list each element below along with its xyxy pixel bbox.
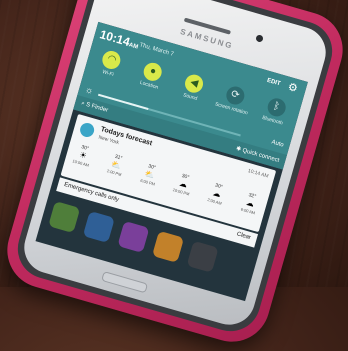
brightness-icon: ☼ — [83, 84, 95, 97]
forecast-hour: 30° ☁ 2:00 AM — [202, 180, 231, 207]
forecast-hour: 31° ⛅ 2:00 PM — [102, 152, 131, 179]
weather-time: 10:14 AM — [247, 168, 270, 180]
location-icon: ● — [141, 60, 164, 84]
status-date: Thu, March 7 — [138, 42, 175, 58]
app-icon[interactable] — [186, 240, 219, 273]
forecast-hour: 32° ☁ 6:00 AM — [236, 190, 265, 217]
wifi-icon: ◠ — [100, 48, 123, 72]
rotation-icon: ⟳ — [224, 84, 247, 107]
forecast-hour: 30° ☁ 10:00 PM — [169, 171, 198, 198]
gear-icon[interactable]: ⚙ — [286, 80, 299, 95]
app-icon[interactable] — [48, 200, 81, 234]
clear-button[interactable]: Clear — [236, 231, 251, 241]
app-icon[interactable] — [117, 220, 150, 253]
auto-brightness-toggle[interactable]: Auto — [271, 139, 285, 148]
app-icon[interactable] — [151, 230, 185, 263]
toggle-label: Sound — [182, 92, 198, 103]
sound-icon: ◀ — [182, 72, 206, 95]
toggle-label: Location — [139, 79, 159, 91]
bluetooth-icon: ᛒ — [265, 96, 288, 119]
forecast-hour: 30° ☀ 10:00 AM — [69, 142, 98, 169]
toggle-label: Bluetooth — [261, 114, 284, 127]
s-finder-button[interactable]: ⌕ S Finder — [80, 100, 108, 114]
weather-app-icon — [78, 121, 96, 139]
app-icon[interactable] — [82, 210, 115, 244]
edit-button[interactable]: EDIT — [266, 78, 281, 88]
toggle-label: Wi-Fi — [101, 69, 115, 79]
forecast-hour: 30° ⛅ 6:00 PM — [135, 161, 164, 188]
